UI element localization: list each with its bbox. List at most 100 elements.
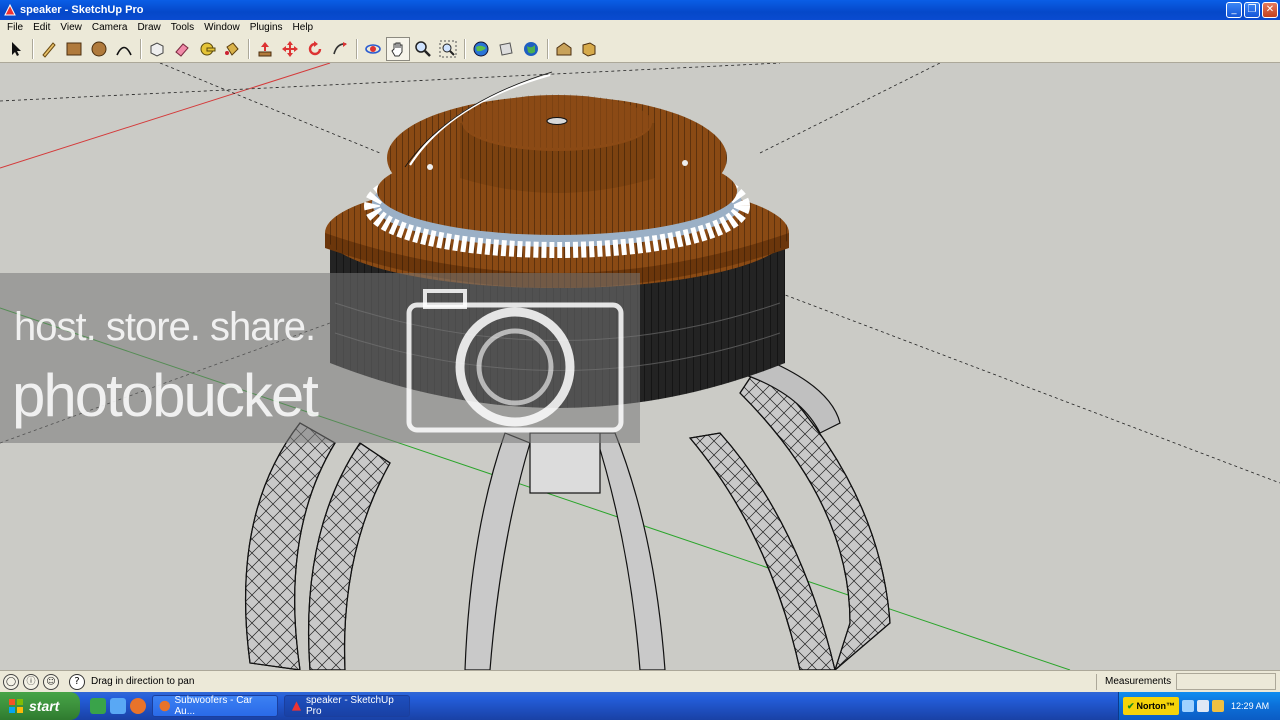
rotate-tool-button[interactable] — [303, 37, 327, 61]
paint-bucket-icon — [225, 42, 239, 56]
push-pull-icon — [258, 42, 272, 57]
start-label: start — [29, 698, 60, 714]
maximize-button[interactable]: ❐ — [1244, 2, 1260, 18]
dashed-axis-line — [779, 292, 1280, 484]
status-hint: Drag in direction to pan — [91, 676, 195, 687]
menu-draw[interactable]: Draw — [132, 20, 165, 36]
get-models-button[interactable] — [469, 37, 493, 61]
tape-measure-button[interactable] — [195, 37, 219, 61]
rotate-icon — [308, 41, 322, 56]
credits-icon[interactable]: ⓘ — [23, 673, 39, 690]
pencil-tool-button[interactable] — [37, 37, 61, 61]
menu-plugins[interactable]: Plugins — [245, 20, 288, 36]
firefox-icon[interactable] — [130, 698, 146, 714]
menu-window[interactable]: Window — [199, 20, 245, 36]
arc-tool-button[interactable] — [112, 37, 136, 61]
red-axis-line — [0, 63, 331, 169]
norton-tray-icon[interactable]: ✔ Norton™ — [1123, 697, 1180, 715]
system-tray: ✔ Norton™ 12:29 AM — [1118, 692, 1280, 720]
clock: 12:29 AM — [1231, 701, 1270, 711]
watermark-slogan: host. store. share. — [14, 305, 316, 349]
windows-flag-icon — [9, 699, 23, 713]
eraser-icon — [175, 43, 189, 57]
firefox-icon — [159, 700, 171, 712]
offset-tool-button[interactable] — [328, 37, 352, 61]
make-component-button[interactable] — [145, 37, 169, 61]
measurements-label: Measurements — [1096, 674, 1171, 690]
eraser-tool-button[interactable] — [170, 37, 194, 61]
toolbar-separator — [356, 39, 358, 59]
model-viewport[interactable]: host. store. share. photobucket — [0, 63, 1280, 670]
menu-file[interactable]: File — [2, 20, 28, 36]
magnifier-icon — [415, 41, 431, 57]
pan-tool-button[interactable] — [386, 37, 410, 61]
toolbar-separator — [140, 39, 142, 59]
dashed-axis-line — [0, 63, 781, 102]
network-icon[interactable] — [1182, 700, 1195, 712]
component-box-icon — [582, 42, 596, 57]
minimize-button[interactable]: _ — [1226, 2, 1242, 18]
pencil-icon — [42, 42, 56, 58]
task-subwoofers[interactable]: Subwoofers - Car Au... — [152, 695, 278, 717]
hand-pan-icon — [391, 42, 403, 57]
circle-icon — [91, 41, 107, 57]
show-desktop-icon[interactable] — [90, 698, 106, 714]
user-icon[interactable]: ☺ — [43, 673, 59, 690]
dashed-axis-line — [759, 63, 941, 154]
quick-launch — [90, 698, 146, 714]
globe-icon — [473, 41, 489, 57]
start-button[interactable]: start — [0, 692, 80, 720]
component-icon — [150, 42, 164, 57]
zoom-extents-icon — [439, 40, 457, 58]
arc-icon — [116, 46, 132, 56]
zoom-tool-button[interactable] — [411, 37, 435, 61]
rectangle-icon — [66, 42, 82, 56]
volume-icon[interactable] — [1197, 700, 1210, 712]
menu-edit[interactable]: Edit — [28, 20, 55, 36]
toolbar-separator — [464, 39, 466, 59]
task-label: Subwoofers - Car Au... — [174, 695, 253, 717]
select-tool-button[interactable] — [4, 37, 28, 61]
warehouse-button[interactable] — [552, 37, 576, 61]
menu-camera[interactable]: Camera — [87, 20, 133, 36]
task-sketchup[interactable]: speaker - SketchUp Pro — [284, 695, 410, 717]
close-button[interactable]: ✕ — [1262, 2, 1278, 18]
move-arrows-icon — [282, 41, 298, 57]
window-title: speaker - SketchUp Pro — [20, 4, 144, 16]
follow-me-icon — [333, 42, 347, 55]
internet-explorer-icon[interactable] — [110, 698, 126, 714]
earth-icon — [524, 42, 538, 56]
watermark-brand: photobucket — [12, 362, 319, 429]
paint-bucket-button[interactable] — [220, 37, 244, 61]
orbit-tool-button[interactable] — [361, 37, 385, 61]
menu-tools[interactable]: Tools — [166, 20, 199, 36]
sketchup-app-icon — [4, 3, 16, 16]
menu-view[interactable]: View — [55, 20, 87, 36]
toolbar-separator — [32, 39, 34, 59]
component-button[interactable] — [577, 37, 601, 61]
google-earth-button[interactable] — [519, 37, 543, 61]
share-model-icon — [499, 42, 513, 56]
rectangle-tool-button[interactable] — [62, 37, 86, 61]
share-model-button[interactable] — [494, 37, 518, 61]
menu-help[interactable]: Help — [288, 20, 319, 36]
help-icon[interactable]: ? — [69, 673, 85, 690]
security-icon[interactable] — [1212, 700, 1225, 712]
toolbar — [0, 36, 1280, 63]
toolbar-separator — [248, 39, 250, 59]
zoom-extents-button[interactable] — [436, 37, 460, 61]
status-bar: ◯ ⓘ ☺ ? Drag in direction to pan Measure… — [0, 670, 1280, 692]
measurements-input[interactable] — [1176, 673, 1276, 690]
tape-measure-icon — [200, 42, 216, 56]
circle-tool-button[interactable] — [87, 37, 111, 61]
push-pull-button[interactable] — [253, 37, 277, 61]
move-tool-button[interactable] — [278, 37, 302, 61]
menu-bar: File Edit View Camera Draw Tools Window … — [0, 20, 1280, 36]
geo-location-icon[interactable]: ◯ — [3, 673, 19, 690]
arrow-cursor-icon — [12, 42, 21, 56]
warehouse-icon — [556, 42, 572, 56]
orbit-icon — [365, 44, 381, 54]
speaker-cone — [387, 71, 727, 220]
toolbar-separator — [547, 39, 549, 59]
windows-taskbar: start Subwoofers - Car Au... speaker - S… — [0, 692, 1280, 720]
